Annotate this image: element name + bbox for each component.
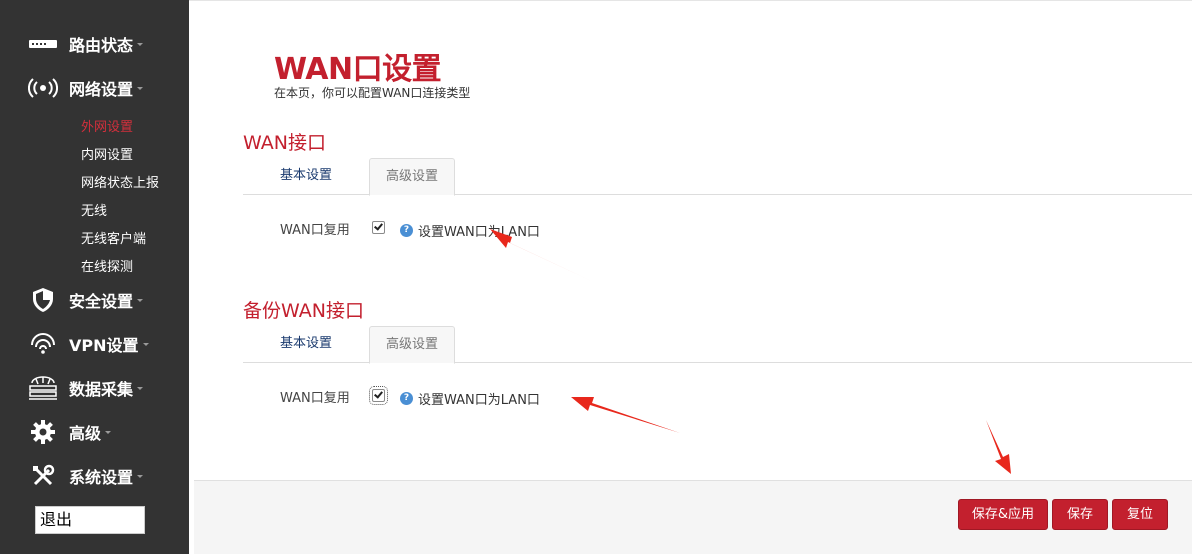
tab-advanced-settings[interactable]: 高级设置: [369, 158, 456, 196]
section-title-backup-wan: 备份WAN接口: [243, 300, 364, 322]
menu-item-system-settings[interactable]: 系统设置: [0, 456, 189, 496]
gear-icon: [26, 417, 60, 447]
field-label-wan-reuse: WAN口复用: [280, 391, 350, 406]
menu-item-router-status[interactable]: 路由状态: [0, 24, 189, 64]
data-collection-icon: [26, 373, 60, 403]
wan-tabs: 基本设置 高级设置: [243, 158, 1192, 196]
logout-button[interactable]: 退出: [35, 506, 145, 534]
submenu-item-wan[interactable]: 外网设置: [81, 114, 159, 142]
action-footer: 保存&应用 保存 复位: [194, 480, 1192, 554]
field-label-wan-reuse: WAN口复用: [280, 223, 350, 238]
save-apply-button[interactable]: 保存&应用: [958, 499, 1048, 530]
chevron-down-icon: [137, 387, 144, 390]
menu-item-network-settings[interactable]: 网络设置: [0, 68, 189, 108]
tab-basic-settings[interactable]: 基本设置: [264, 326, 348, 363]
checkmark-icon: [374, 389, 383, 399]
submenu-item-status-report[interactable]: 网络状态上报: [81, 170, 159, 198]
help-icon: ?: [400, 392, 413, 405]
menu-item-data-collection[interactable]: 数据采集: [0, 368, 189, 408]
menu-label-security-settings: 安全设置: [69, 288, 144, 312]
help-text-wan-as-lan: 设置WAN口为LAN口: [418, 393, 540, 408]
chevron-down-icon: [137, 43, 144, 46]
reset-button[interactable]: 复位: [1112, 499, 1168, 530]
sidebar: 路由状态 网络设置 外网设置 内网设置 网络状态上报 无线 无线客户端 在线探测…: [0, 0, 189, 554]
backup-wan-tabs: 基本设置 高级设置: [243, 326, 1192, 364]
save-button[interactable]: 保存: [1052, 499, 1108, 530]
network-submenu: 外网设置 内网设置 网络状态上报 无线 无线客户端 在线探测: [81, 114, 159, 282]
wireless-signal-icon: [26, 73, 60, 103]
submenu-item-wireless[interactable]: 无线: [81, 198, 159, 226]
help-icon: ?: [400, 224, 413, 237]
checkmark-icon: [374, 221, 383, 231]
submenu-item-online-probe[interactable]: 在线探测: [81, 254, 159, 282]
page-description: 在本页，你可以配置WAN口连接类型: [274, 86, 471, 100]
page-title: WAN口设置: [274, 52, 442, 87]
tab-basic-settings[interactable]: 基本设置: [264, 158, 348, 195]
tab-advanced-settings[interactable]: 高级设置: [369, 326, 456, 364]
tools-icon: [26, 461, 60, 491]
menu-label-data-collection: 数据采集: [69, 376, 144, 400]
menu-label-network-settings: 网络设置: [69, 76, 144, 100]
help-text-wan-as-lan: 设置WAN口为LAN口: [418, 225, 540, 240]
backup-wan-reuse-checkbox[interactable]: [369, 386, 388, 405]
menu-label-vpn-settings: VPN设置: [69, 332, 149, 356]
submenu-item-lan[interactable]: 内网设置: [81, 142, 159, 170]
menu-label-router-status: 路由状态: [69, 32, 144, 56]
menu-item-vpn-settings[interactable]: VPN设置: [0, 324, 189, 364]
menu-item-advanced[interactable]: 高级: [0, 412, 189, 452]
section-title-wan: WAN接口: [243, 132, 326, 154]
menu-item-security-settings[interactable]: 安全设置: [0, 280, 189, 320]
chevron-down-icon: [137, 299, 144, 302]
wan-reuse-checkbox[interactable]: [372, 221, 385, 234]
menu-label-system-settings: 系统设置: [69, 464, 144, 488]
chevron-down-icon: [137, 475, 144, 478]
menu-label-advanced: 高级: [69, 420, 112, 444]
shield-icon: [26, 285, 60, 315]
vpn-icon: [26, 329, 60, 359]
top-divider: [189, 0, 1192, 1]
chevron-down-icon: [137, 87, 144, 90]
router-icon: [26, 29, 60, 59]
chevron-down-icon: [105, 431, 112, 434]
main-content: WAN口设置 在本页，你可以配置WAN口连接类型 WAN接口 基本设置 高级设置…: [189, 0, 1192, 554]
chevron-down-icon: [142, 343, 149, 346]
submenu-item-wireless-clients[interactable]: 无线客户端: [81, 226, 159, 254]
